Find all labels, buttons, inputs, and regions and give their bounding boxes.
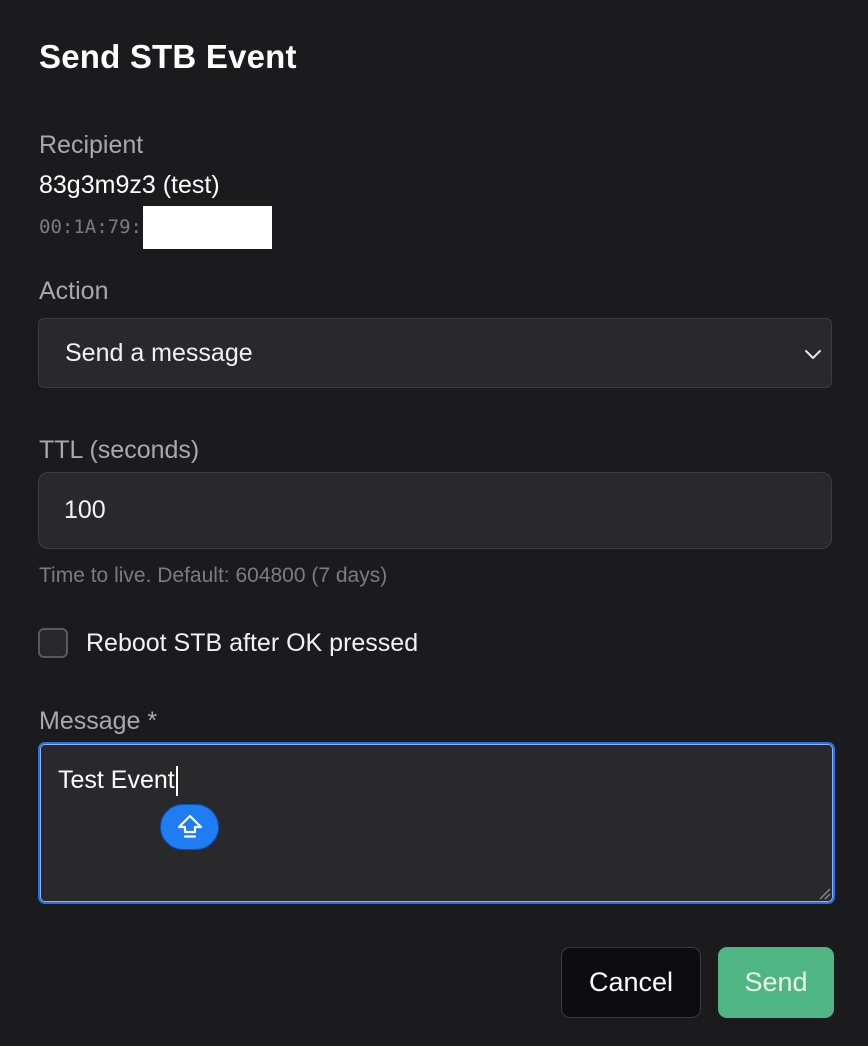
message-textarea[interactable]: Test Event bbox=[38, 742, 835, 904]
action-label: Action bbox=[39, 277, 109, 305]
ttl-label: TTL (seconds) bbox=[39, 436, 200, 464]
shift-arrow-icon[interactable] bbox=[160, 804, 219, 850]
redaction-box bbox=[142, 205, 272, 249]
ttl-help-text: Time to live. Default: 604800 (7 days) bbox=[39, 564, 388, 587]
message-label: Message * bbox=[39, 707, 158, 735]
send-stb-event-dialog: Send STB Event Recipient 83g3m9z3 (test)… bbox=[0, 0, 868, 1046]
recipient-mac-row: 00:1A:79: bbox=[39, 205, 272, 249]
resize-grip-icon[interactable] bbox=[817, 886, 831, 900]
action-select[interactable]: Send a message bbox=[38, 318, 832, 388]
message-textarea-value: Test Event bbox=[58, 766, 175, 794]
ttl-input-value: 100 bbox=[64, 496, 106, 524]
cancel-button[interactable]: Cancel bbox=[561, 947, 701, 1018]
send-button[interactable]: Send bbox=[718, 947, 834, 1018]
ttl-input[interactable]: 100 bbox=[38, 472, 832, 549]
reboot-checkbox-row[interactable]: Reboot STB after OK pressed bbox=[38, 627, 418, 659]
reboot-checkbox-label[interactable]: Reboot STB after OK pressed bbox=[86, 629, 418, 658]
recipient-label: Recipient bbox=[39, 131, 144, 159]
chevron-down-icon bbox=[803, 342, 823, 362]
recipient-name: 83g3m9z3 (test) bbox=[39, 171, 220, 199]
reboot-checkbox[interactable] bbox=[38, 628, 68, 658]
recipient-mac: 00:1A:79: bbox=[39, 216, 142, 238]
action-select-value: Send a message bbox=[65, 338, 253, 367]
text-caret bbox=[176, 766, 178, 796]
dialog-title: Send STB Event bbox=[39, 38, 297, 75]
